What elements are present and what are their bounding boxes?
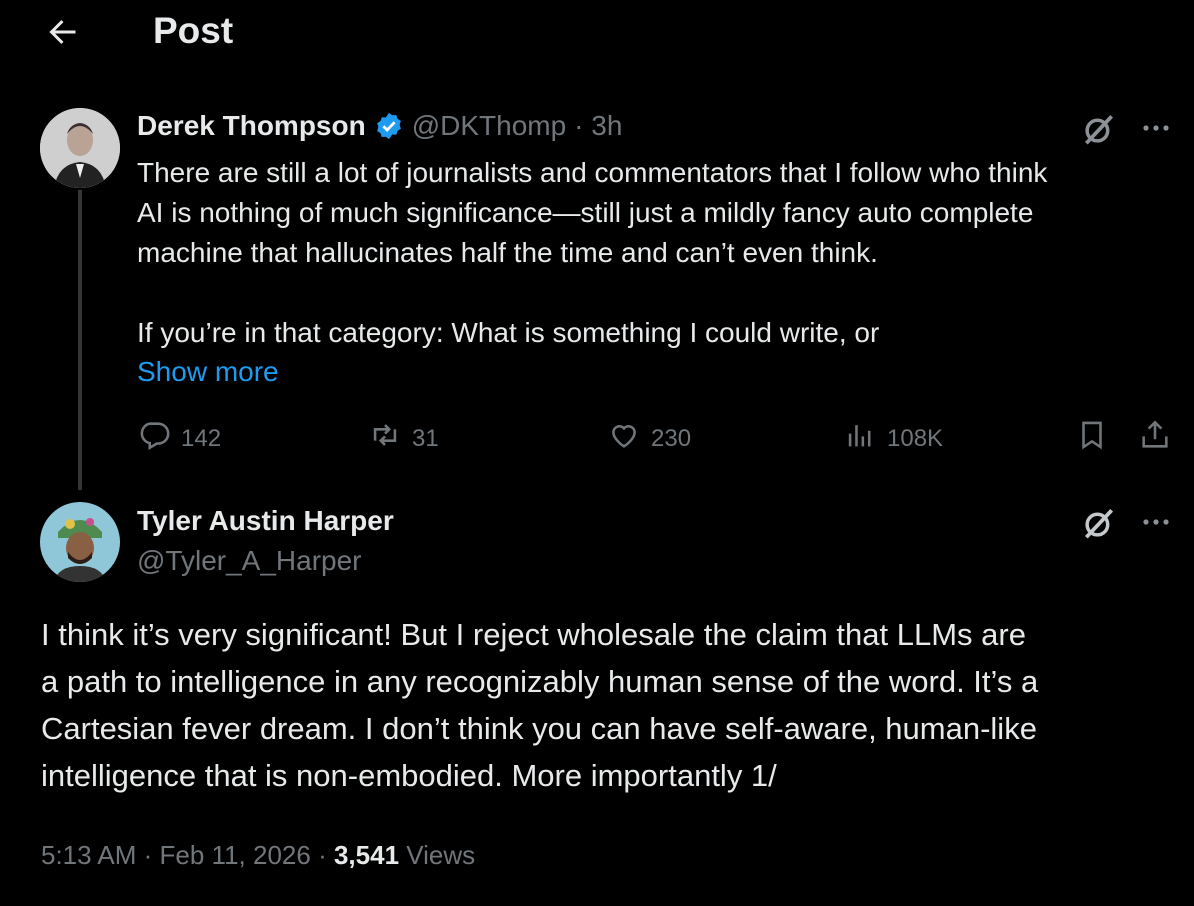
heart-icon: [607, 418, 641, 459]
page-title: Post: [153, 10, 234, 51]
like-button[interactable]: 230: [607, 418, 691, 459]
show-more-link[interactable]: Show more: [137, 356, 279, 388]
reply-text-line: Cartesian fever dream. I don’t think you…: [41, 711, 1037, 746]
post-meta: 5:13 AM · Feb 11, 2026 · 3,541 Views: [41, 840, 476, 870]
post-date[interactable]: Feb 11, 2026: [160, 840, 311, 870]
parent-post-header: Derek Thompson @DKThomp · 3h: [137, 110, 622, 142]
reply-count: 142: [181, 424, 222, 452]
tyler-avatar[interactable]: [40, 502, 120, 582]
derek-avatar[interactable]: [40, 108, 120, 188]
verified-badge-icon: [374, 111, 404, 141]
reply-icon: [137, 418, 171, 459]
more-options-icon[interactable]: [1140, 512, 1172, 532]
repost-count: 31: [412, 424, 439, 452]
author-handle[interactable]: @DKThomp: [412, 110, 566, 142]
reply-text-line: a path to intelligence in any recognizab…: [41, 664, 1039, 699]
back-arrow-icon[interactable]: [44, 14, 80, 50]
post-timestamp[interactable]: 5:13 AM: [41, 840, 136, 870]
reply-author-handle[interactable]: @Tyler_A_Harper: [137, 545, 362, 577]
reply-button[interactable]: 142: [137, 418, 221, 459]
post-time[interactable]: · 3h: [574, 110, 622, 142]
repost-button[interactable]: 31: [368, 418, 439, 459]
like-count: 230: [651, 424, 692, 452]
more-options-icon[interactable]: [1140, 118, 1172, 138]
repost-icon: [368, 418, 402, 459]
grok-icon[interactable]: [1080, 110, 1118, 148]
author-name[interactable]: Derek Thompson: [137, 110, 366, 142]
share-icon[interactable]: [1138, 418, 1172, 452]
parent-post-text: There are still a lot of journalists and…: [137, 157, 1048, 348]
views-button[interactable]: 108K: [843, 418, 943, 459]
reply-author-name[interactable]: Tyler Austin Harper: [137, 505, 394, 537]
reply-text-line: intelligence that is non-embodied. More …: [41, 758, 777, 793]
bookmark-icon[interactable]: [1075, 418, 1109, 452]
reply-post-text: I think it’s very significant! But I rej…: [41, 611, 1181, 799]
view-count: 108K: [887, 424, 944, 452]
thread-line: [78, 190, 82, 490]
post-views-label: Views: [406, 840, 476, 870]
reply-text-line: I think it’s very significant! But I rej…: [41, 617, 1026, 652]
analytics-icon: [843, 418, 877, 459]
grok-icon[interactable]: [1080, 504, 1118, 542]
post-views-count: 3,541: [333, 840, 400, 870]
